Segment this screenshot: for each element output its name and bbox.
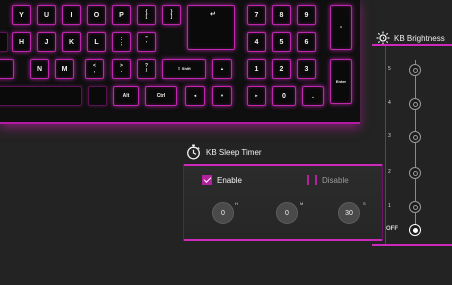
key-numpad-1: 1: [247, 59, 266, 79]
key-numpad-0: 0: [272, 86, 296, 106]
key-numpad-9: 9: [297, 5, 316, 25]
brightness-option-3[interactable]: [409, 131, 421, 143]
key-slash: ? /: [137, 59, 156, 79]
key-right-shift: ⇧ Shift: [162, 59, 206, 79]
sun-icon: [376, 31, 390, 45]
brightness-option-2[interactable]: [409, 167, 421, 179]
key-p: P: [112, 5, 131, 25]
brightness-panel-top-border: [372, 44, 452, 46]
key-period: > .: [112, 59, 131, 79]
key-numpad-2: 2: [272, 59, 291, 79]
key-arrow-right: ►: [247, 86, 266, 106]
enable-checkbox[interactable]: [202, 175, 212, 185]
key-i: I: [62, 5, 81, 25]
brightness-panel-bottom-border: [372, 244, 452, 246]
key-enter: ↵: [187, 5, 235, 50]
brightness-option-1[interactable]: [409, 201, 421, 213]
brightness-option-5[interactable]: [409, 64, 421, 76]
sleep-timer-bottom-border: [183, 239, 383, 241]
key-close-bracket: } ]: [162, 5, 181, 25]
key-alt: Alt: [113, 86, 139, 106]
seconds-input[interactable]: 30: [338, 202, 360, 224]
sleep-timer-top-border: [183, 164, 383, 166]
key-numpad-dot: .: [302, 86, 324, 106]
brightness-option-off[interactable]: [409, 224, 421, 236]
key-numpad-4: 4: [247, 32, 266, 52]
key-arrow-up: ▲: [212, 59, 232, 79]
key-b-partial: [0, 59, 14, 79]
key-m: M: [55, 59, 74, 79]
key-numpad-3: 3: [297, 59, 316, 79]
brightness-header: KB Brightness: [376, 31, 445, 45]
key-numpad-minus: -: [330, 5, 352, 50]
key-numpad-enter: Enter: [330, 59, 352, 104]
key-numpad-7: 7: [247, 5, 266, 25]
minutes-unit: M: [300, 201, 304, 206]
key-arrow-left: ◄: [185, 86, 205, 106]
disable-option[interactable]: Disable: [307, 175, 349, 185]
key-ctrl: Ctrl: [145, 86, 177, 106]
key-space: [0, 86, 82, 106]
key-o: O: [87, 5, 106, 25]
brightness-label-1: 1: [388, 203, 391, 209]
key-h: H: [12, 32, 31, 52]
key-y: Y: [12, 5, 31, 25]
key-comma: < ,: [85, 59, 104, 79]
key-numpad-5: 5: [272, 32, 291, 52]
enable-label: Enable: [217, 175, 242, 185]
keyboard-preview: Y U I O P { [ } ] ↵ 7 8 9 - H J K L : ; …: [0, 0, 360, 124]
brightness-label-2: 2: [388, 169, 391, 175]
key-numpad-6: 6: [297, 32, 316, 52]
key-l: L: [87, 32, 106, 52]
enable-option[interactable]: Enable: [202, 175, 242, 185]
stopwatch-icon: [187, 144, 200, 160]
key-j: J: [37, 32, 56, 52]
brightness-label-5: 5: [388, 66, 391, 72]
hours-unit: H: [235, 201, 238, 206]
key-open-bracket: { [: [137, 5, 156, 25]
sleep-timer-header: KB Sleep Timer: [186, 144, 262, 160]
key-quote: " ': [137, 32, 156, 52]
brightness-label-off: OFF: [386, 226, 398, 232]
key-numpad-8: 8: [272, 5, 291, 25]
brightness-label-4: 4: [388, 100, 391, 106]
brightness-title: KB Brightness: [394, 33, 445, 43]
sleep-timer-right-border: [382, 164, 383, 241]
brightness-label-3: 3: [388, 133, 391, 139]
key-n: N: [30, 59, 49, 79]
key-semicolon: : ;: [112, 32, 131, 52]
key-fn: [88, 86, 107, 106]
hours-input[interactable]: 0: [212, 202, 234, 224]
sleep-timer-title: KB Sleep Timer: [206, 147, 262, 157]
minutes-input[interactable]: 0: [276, 202, 298, 224]
sleep-timer-left-border: [183, 164, 184, 241]
disable-label: Disable: [322, 175, 349, 185]
disable-checkbox[interactable]: [307, 175, 317, 185]
key-k: K: [62, 32, 81, 52]
key-u: U: [37, 5, 56, 25]
brightness-option-4[interactable]: [409, 98, 421, 110]
key-g-partial: [0, 32, 8, 52]
key-arrow-down: ▼: [212, 86, 232, 106]
seconds-unit: S: [363, 201, 366, 206]
